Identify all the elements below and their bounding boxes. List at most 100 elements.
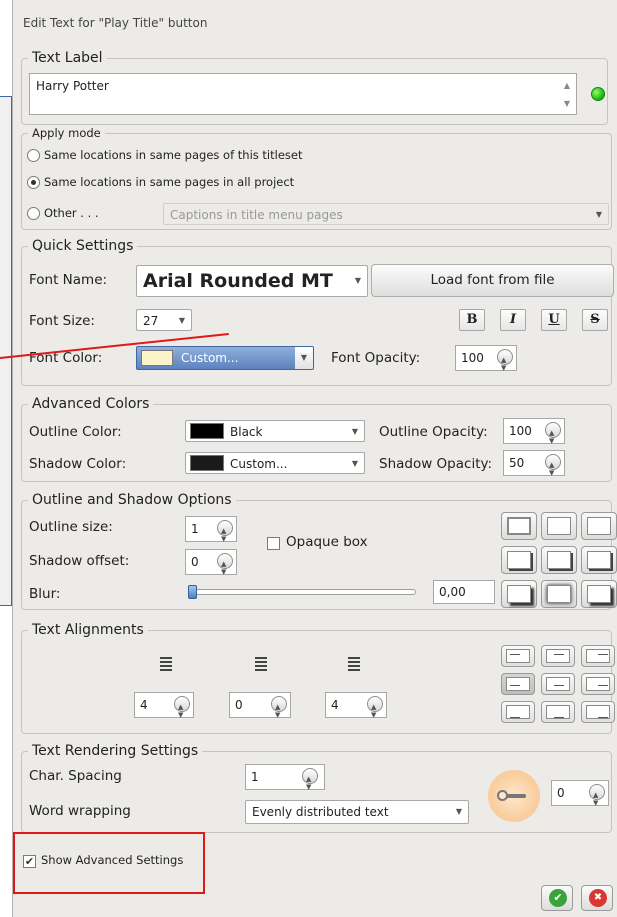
outline-size-spinner[interactable]: 1	[185, 516, 237, 551]
scroll-down-icon[interactable]: ▼	[560, 94, 574, 112]
shadow-style-2[interactable]	[541, 546, 577, 574]
outline-style-3[interactable]	[581, 512, 617, 540]
outline-style-icon	[507, 517, 531, 535]
vertical-margin-spinner[interactable]: 0	[229, 692, 291, 727]
blur-slider-thumb[interactable]	[188, 585, 197, 599]
outline-size-value: 1	[191, 522, 199, 536]
blur-value-field[interactable]: 0,00	[433, 580, 495, 604]
opaque-box-label: Opaque box	[286, 534, 368, 550]
rotation-value: 0	[557, 786, 565, 800]
font-color-select[interactable]: Custom... ▼	[136, 346, 314, 370]
italic-button[interactable]: I	[500, 309, 526, 331]
spinner-arrows-icon[interactable]	[217, 519, 233, 551]
outline-color-label: Outline Color:	[29, 424, 122, 440]
blur-label: Blur:	[29, 586, 61, 602]
text-label-scrollbar[interactable]: ▲ ▼	[560, 76, 574, 112]
right-margin-spinner[interactable]: 4	[325, 692, 387, 727]
apply-mode-legend: Apply mode	[32, 126, 101, 140]
align-bottom-center[interactable]	[541, 701, 575, 723]
font-name-label: Font Name:	[29, 272, 108, 288]
shadow-offset-value: 0	[191, 555, 199, 569]
radio-this-titleset-label: Same locations in same pages of this tit…	[44, 148, 303, 162]
spinner-arrows-icon[interactable]	[367, 695, 383, 727]
shadow-color-label: Shadow Color:	[29, 456, 127, 472]
font-opacity-spinner[interactable]: 100	[455, 345, 517, 380]
font-opacity-value: 100	[461, 351, 484, 365]
blur-slider[interactable]	[188, 589, 416, 595]
opaque-box-checkbox[interactable]	[267, 537, 280, 550]
radio-all-project[interactable]	[27, 176, 40, 189]
spinner-arrows-icon[interactable]	[174, 695, 190, 727]
align-top-right[interactable]	[581, 645, 615, 667]
radio-other-label: Other . . .	[44, 206, 99, 220]
outline-color-select[interactable]: Black ▼	[185, 420, 365, 442]
shadow-offset-spinner[interactable]: 0	[185, 549, 237, 584]
align-top-center[interactable]	[541, 645, 575, 667]
blur-value: 0,00	[439, 585, 466, 599]
word-wrapping-select[interactable]: Evenly distributed text ▼	[245, 800, 469, 824]
font-size-select[interactable]: 27 ▼	[136, 309, 192, 331]
align-right-margin-icon	[343, 656, 365, 672]
background-window-edge	[0, 96, 12, 606]
shadow-offset-label: Shadow offset:	[29, 553, 130, 569]
align-bottom-right[interactable]	[581, 701, 615, 723]
align-middle-center[interactable]	[541, 673, 575, 695]
blur-style-icon	[547, 585, 571, 603]
rotation-dial-icon[interactable]	[488, 770, 540, 822]
spinner-arrows-icon[interactable]	[271, 695, 287, 727]
strikethrough-button[interactable]: S	[582, 309, 608, 331]
spinner-arrows-icon[interactable]	[302, 767, 318, 799]
outline-color-swatch	[190, 423, 224, 439]
shadow-style-1[interactable]	[501, 546, 537, 574]
blur-style-2[interactable]	[541, 580, 577, 608]
align-vertical-margin-icon	[250, 656, 272, 672]
char-spacing-spinner[interactable]: 1	[245, 764, 325, 799]
status-led-icon	[591, 87, 605, 101]
show-advanced-checkbox[interactable]: ✔	[23, 855, 36, 868]
shadow-style-icon	[587, 551, 611, 569]
radio-this-titleset[interactable]	[27, 149, 40, 162]
shadow-color-select[interactable]: Custom... ▼	[185, 452, 365, 474]
spinner-arrows-icon[interactable]	[217, 552, 233, 584]
radio-all-project-label: Same locations in same pages in all proj…	[44, 175, 295, 189]
text-rendering-legend: Text Rendering Settings	[32, 743, 199, 759]
chevron-down-icon: ▼	[455, 807, 463, 816]
spinner-arrows-icon[interactable]	[589, 783, 605, 815]
outline-style-2[interactable]	[541, 512, 577, 540]
ok-button[interactable]	[541, 885, 573, 911]
other-pages-select[interactable]: Captions in title menu pages ▼	[163, 203, 609, 225]
outline-style-icon	[547, 517, 571, 535]
blur-style-1[interactable]	[501, 580, 537, 608]
spinner-arrows-icon[interactable]	[545, 421, 561, 453]
radio-other[interactable]	[27, 207, 40, 220]
load-font-button[interactable]: Load font from file	[371, 264, 614, 297]
shadow-style-icon	[507, 551, 531, 569]
left-margin-spinner[interactable]: 4	[134, 692, 194, 727]
bold-button[interactable]: B	[459, 309, 485, 331]
other-pages-value: Captions in title menu pages	[170, 208, 343, 222]
chevron-down-icon: ▼	[178, 316, 186, 325]
right-margin-value: 4	[331, 698, 339, 712]
outline-opacity-spinner[interactable]: 100	[503, 418, 565, 453]
align-middle-left[interactable]	[501, 673, 535, 695]
font-size-label: Font Size:	[29, 313, 95, 329]
spinner-arrows-icon[interactable]	[545, 453, 561, 485]
rotation-spinner[interactable]: 0	[551, 780, 609, 815]
underline-button[interactable]: U	[541, 309, 567, 331]
vertical-margin-value: 0	[235, 698, 243, 712]
text-label-input[interactable]: Harry Potter ▲ ▼	[29, 73, 577, 115]
align-top-left[interactable]	[501, 645, 535, 667]
font-color-swatch	[141, 350, 173, 366]
outline-style-1[interactable]	[501, 512, 537, 540]
font-name-select[interactable]: Arial Rounded MT ▼	[136, 265, 368, 297]
shadow-style-3[interactable]	[581, 546, 617, 574]
cancel-button[interactable]	[581, 885, 613, 911]
align-bottom-left[interactable]	[501, 701, 535, 723]
scroll-up-icon[interactable]: ▲	[560, 76, 574, 94]
blur-style-icon	[507, 585, 531, 603]
word-wrapping-label: Word wrapping	[29, 803, 131, 819]
spinner-arrows-icon[interactable]	[497, 348, 513, 380]
shadow-opacity-spinner[interactable]: 50	[503, 450, 565, 485]
align-middle-right[interactable]	[581, 673, 615, 695]
blur-style-3[interactable]	[581, 580, 617, 608]
